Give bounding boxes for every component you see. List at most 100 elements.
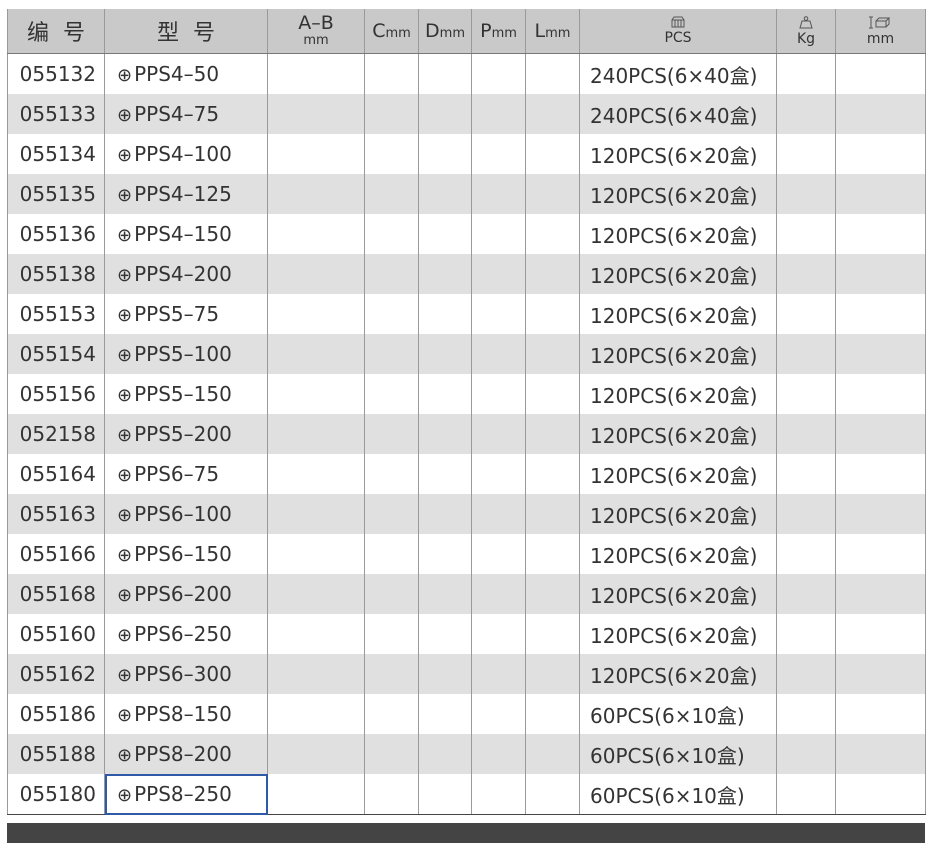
- cell-d[interactable]: [418, 654, 472, 694]
- cell-d[interactable]: [418, 174, 472, 214]
- cell-model[interactable]: ⊕ PPS4–50: [104, 53, 268, 94]
- cell-d[interactable]: [418, 254, 472, 294]
- cell-ab[interactable]: [267, 294, 365, 334]
- header-pcs[interactable]: PCS: [579, 9, 777, 54]
- cell-kg[interactable]: [776, 614, 836, 654]
- cell-pack[interactable]: 120PCS(6×20盒): [579, 454, 777, 494]
- cell-l[interactable]: [525, 654, 580, 694]
- cell-model[interactable]: ⊕ PPS6–250: [104, 614, 268, 654]
- cell-size[interactable]: [835, 254, 926, 294]
- cell-pack[interactable]: 120PCS(6×20盒): [579, 254, 777, 294]
- cell-size[interactable]: [835, 774, 926, 815]
- cell-size[interactable]: [835, 534, 926, 574]
- cell-code[interactable]: 055186: [7, 694, 105, 734]
- cell-pack[interactable]: 120PCS(6×20盒): [579, 214, 777, 254]
- cell-pack[interactable]: 120PCS(6×20盒): [579, 374, 777, 414]
- header-d[interactable]: Dmm: [418, 9, 472, 54]
- cell-c[interactable]: [364, 734, 419, 774]
- cell-p[interactable]: [471, 614, 526, 654]
- cell-d[interactable]: [418, 534, 472, 574]
- cell-l[interactable]: [525, 214, 580, 254]
- cell-kg[interactable]: [776, 334, 836, 374]
- cell-l[interactable]: [525, 254, 580, 294]
- cell-kg[interactable]: [776, 94, 836, 134]
- cell-model[interactable]: ⊕ PPS5–100: [104, 334, 268, 374]
- cell-code[interactable]: 055133: [7, 94, 105, 134]
- cell-size[interactable]: [835, 214, 926, 254]
- cell-code[interactable]: 052158: [7, 414, 105, 454]
- cell-p[interactable]: [471, 694, 526, 734]
- cell-p[interactable]: [471, 414, 526, 454]
- cell-p[interactable]: [471, 734, 526, 774]
- cell-l[interactable]: [525, 494, 580, 534]
- cell-kg[interactable]: [776, 494, 836, 534]
- cell-model[interactable]: ⊕ PPS4–100: [104, 134, 268, 174]
- cell-pack[interactable]: 120PCS(6×20盒): [579, 494, 777, 534]
- cell-d[interactable]: [418, 454, 472, 494]
- cell-l[interactable]: [525, 694, 580, 734]
- cell-code[interactable]: 055164: [7, 454, 105, 494]
- cell-pack[interactable]: 60PCS(6×10盒): [579, 734, 777, 774]
- cell-c[interactable]: [364, 294, 419, 334]
- cell-ab[interactable]: [267, 694, 365, 734]
- cell-code[interactable]: 055132: [7, 53, 105, 94]
- cell-code[interactable]: 055162: [7, 654, 105, 694]
- cell-p[interactable]: [471, 574, 526, 614]
- cell-c[interactable]: [364, 94, 419, 134]
- cell-l[interactable]: [525, 294, 580, 334]
- cell-model[interactable]: ⊕ PPS6–150: [104, 534, 268, 574]
- cell-model[interactable]: ⊕ PPS6–200: [104, 574, 268, 614]
- cell-c[interactable]: [364, 614, 419, 654]
- cell-d[interactable]: [418, 214, 472, 254]
- header-code[interactable]: 编号: [7, 9, 105, 54]
- cell-pack[interactable]: 120PCS(6×20盒): [579, 574, 777, 614]
- cell-code[interactable]: 055153: [7, 294, 105, 334]
- cell-code[interactable]: 055166: [7, 534, 105, 574]
- cell-ab[interactable]: [267, 334, 365, 374]
- cell-kg[interactable]: [776, 694, 836, 734]
- cell-ab[interactable]: [267, 494, 365, 534]
- cell-pack[interactable]: 120PCS(6×20盒): [579, 134, 777, 174]
- cell-model[interactable]: ⊕ PPS4–125: [104, 174, 268, 214]
- cell-model[interactable]: ⊕ PPS4–200: [104, 254, 268, 294]
- cell-p[interactable]: [471, 774, 526, 815]
- cell-kg[interactable]: [776, 214, 836, 254]
- cell-code[interactable]: 055138: [7, 254, 105, 294]
- cell-model[interactable]: ⊕ PPS4–75: [104, 94, 268, 134]
- cell-d[interactable]: [418, 694, 472, 734]
- cell-pack[interactable]: 120PCS(6×20盒): [579, 654, 777, 694]
- cell-ab[interactable]: [267, 134, 365, 174]
- cell-l[interactable]: [525, 174, 580, 214]
- header-model[interactable]: 型号: [104, 9, 268, 54]
- cell-kg[interactable]: [776, 654, 836, 694]
- cell-model[interactable]: ⊕ PPS4–150: [104, 214, 268, 254]
- cell-ab[interactable]: [267, 414, 365, 454]
- cell-code[interactable]: 055188: [7, 734, 105, 774]
- cell-d[interactable]: [418, 94, 472, 134]
- cell-l[interactable]: [525, 414, 580, 454]
- cell-ab[interactable]: [267, 53, 365, 94]
- cell-p[interactable]: [471, 214, 526, 254]
- cell-ab[interactable]: [267, 574, 365, 614]
- cell-kg[interactable]: [776, 294, 836, 334]
- header-c[interactable]: Cmm: [364, 9, 419, 54]
- cell-ab[interactable]: [267, 734, 365, 774]
- cell-c[interactable]: [364, 53, 419, 94]
- cell-kg[interactable]: [776, 254, 836, 294]
- cell-ab[interactable]: [267, 374, 365, 414]
- cell-d[interactable]: [418, 134, 472, 174]
- cell-ab[interactable]: [267, 94, 365, 134]
- cell-c[interactable]: [364, 214, 419, 254]
- cell-size[interactable]: [835, 694, 926, 734]
- cell-code[interactable]: 055180: [7, 774, 105, 815]
- cell-p[interactable]: [471, 374, 526, 414]
- cell-l[interactable]: [525, 614, 580, 654]
- cell-c[interactable]: [364, 534, 419, 574]
- cell-size[interactable]: [835, 174, 926, 214]
- cell-p[interactable]: [471, 134, 526, 174]
- cell-ab[interactable]: [267, 614, 365, 654]
- cell-ab[interactable]: [267, 174, 365, 214]
- cell-code[interactable]: 055134: [7, 134, 105, 174]
- cell-d[interactable]: [418, 734, 472, 774]
- cell-kg[interactable]: [776, 174, 836, 214]
